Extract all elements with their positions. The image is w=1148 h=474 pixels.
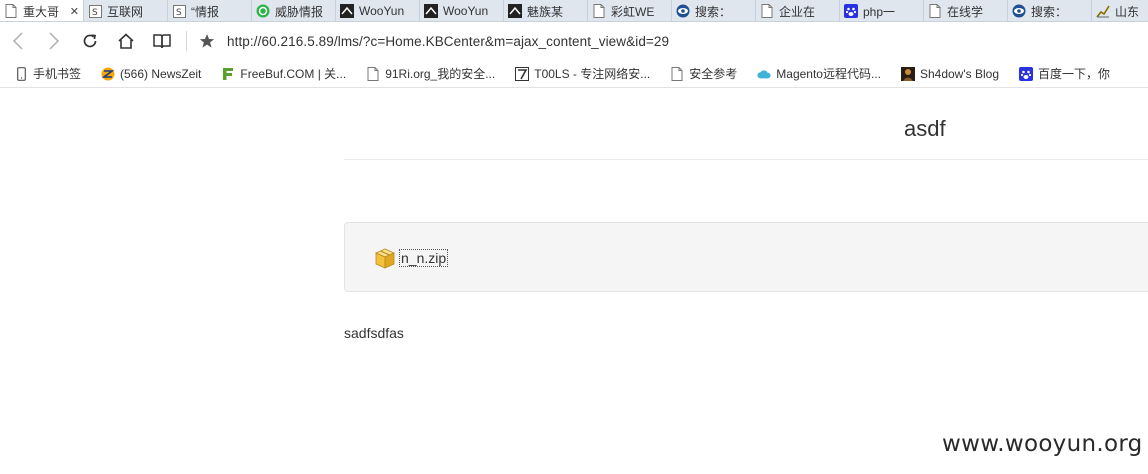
reload-icon bbox=[83, 34, 97, 48]
tab-4[interactable]: WooYun bbox=[336, 0, 420, 21]
wooyun-favicon bbox=[340, 4, 354, 18]
tab-label: 魅族某 bbox=[527, 4, 564, 19]
tab-1[interactable]: S 互联网 bbox=[84, 0, 168, 21]
bookmarks-bar: 手机书签 (566) NewsZeit FreeBuf.COM | 关... 9… bbox=[0, 60, 1148, 88]
home-icon bbox=[118, 33, 134, 49]
content-body: sadfsdfas bbox=[344, 325, 404, 341]
bookmark-label: 手机书签 bbox=[33, 67, 82, 81]
chart-favicon bbox=[1096, 4, 1110, 18]
toolbar-divider bbox=[186, 31, 187, 51]
page-icon bbox=[928, 4, 942, 18]
bookmark-6[interactable]: Magento远程代码... bbox=[757, 65, 881, 82]
bookmark-2[interactable]: FreeBuf.COM | 关... bbox=[221, 65, 346, 82]
phone-icon bbox=[14, 66, 28, 81]
svg-text:S: S bbox=[176, 8, 182, 18]
tab-label: WooYun bbox=[359, 4, 405, 18]
tab-10[interactable]: php一 bbox=[840, 0, 924, 21]
bookmark-label: T00LS - 专注网络安... bbox=[534, 67, 651, 81]
page-content: asdf n_n.zip sadfsdfas www.wooyun.org bbox=[0, 89, 1148, 474]
bookmark-label: (566) NewsZeit bbox=[120, 66, 202, 81]
s-favicon: S bbox=[88, 4, 102, 18]
bookmark-7[interactable]: Sh4dow's Blog bbox=[900, 66, 999, 81]
address-bar[interactable]: http://60.216.5.89/lms/?c=Home.KBCenter&… bbox=[227, 34, 669, 49]
close-icon[interactable]: ✕ bbox=[70, 5, 79, 18]
cloud-icon bbox=[757, 67, 771, 81]
bookmark-label: Magento远程代码... bbox=[776, 67, 881, 81]
eye-favicon bbox=[1012, 4, 1026, 18]
bookmark-star-button[interactable] bbox=[195, 33, 219, 49]
tab-label: “情报 bbox=[191, 4, 219, 19]
book-icon bbox=[153, 34, 171, 49]
attachment-filename[interactable]: n_n.zip bbox=[399, 249, 449, 267]
tab-label: 搜索： bbox=[695, 4, 732, 19]
bookmark-1[interactable]: (566) NewsZeit bbox=[101, 67, 201, 81]
tab-label: 彩虹WE bbox=[611, 4, 655, 19]
bookmark-label: FreeBuf.COM | 关... bbox=[240, 67, 347, 81]
newszeit-icon bbox=[101, 67, 115, 81]
tab-label: 互联网 bbox=[107, 4, 144, 19]
chevron-right-icon bbox=[49, 32, 60, 50]
tab-6[interactable]: 魅族某 bbox=[504, 0, 588, 21]
bookmark-0[interactable]: 手机书签 bbox=[14, 65, 81, 82]
baidu-paw-icon bbox=[1019, 66, 1033, 81]
attachment-panel: n_n.zip bbox=[344, 222, 1148, 292]
tab-8[interactable]: 搜索： bbox=[672, 0, 756, 21]
bookmark-label: Sh4dow's Blog bbox=[919, 66, 999, 81]
bookmark-label: 安全参考 bbox=[689, 67, 738, 81]
browser-toolbar: http://60.216.5.89/lms/?c=Home.KBCenter&… bbox=[0, 22, 1148, 60]
tab-9[interactable]: 企业在 bbox=[756, 0, 840, 21]
bookmark-5[interactable]: 安全参考 bbox=[670, 65, 737, 82]
freebuf-icon bbox=[221, 67, 235, 81]
tab-2[interactable]: S “情报 bbox=[168, 0, 252, 21]
tab-7[interactable]: 彩虹WE bbox=[588, 0, 672, 21]
page-icon bbox=[4, 4, 18, 18]
bookmark-3[interactable]: 91Ri.org_我的安全... bbox=[366, 65, 495, 82]
tab-label: 在线学 bbox=[947, 4, 984, 19]
page-icon bbox=[670, 66, 684, 81]
star-icon bbox=[199, 34, 215, 48]
tab-label: 搜索： bbox=[1031, 4, 1068, 19]
bookmark-8[interactable]: 百度一下，你 bbox=[1019, 65, 1110, 82]
avatar-icon bbox=[900, 66, 915, 81]
forward-button[interactable] bbox=[36, 22, 72, 60]
reload-button[interactable] bbox=[72, 22, 108, 60]
bookmark-label: 91Ri.org_我的安全... bbox=[385, 67, 496, 81]
home-button[interactable] bbox=[108, 22, 144, 60]
watermark: www.wooyun.org bbox=[942, 431, 1143, 457]
tools-icon bbox=[515, 66, 530, 81]
tab-5[interactable]: WooYun bbox=[420, 0, 504, 21]
bookmark-4[interactable]: T00LS - 专注网络安... bbox=[515, 65, 650, 82]
svg-text:S: S bbox=[92, 8, 98, 18]
back-button[interactable] bbox=[0, 22, 36, 60]
page-icon bbox=[760, 4, 774, 18]
zip-archive-icon bbox=[373, 246, 397, 270]
tab-label: 威胁情报 bbox=[275, 4, 324, 19]
baidu-paw-icon bbox=[844, 4, 858, 18]
tab-label: php一 bbox=[863, 4, 896, 19]
page-icon bbox=[366, 66, 380, 81]
tab-label: 重大哥 bbox=[23, 4, 60, 19]
tab-11[interactable]: 在线学 bbox=[924, 0, 1008, 21]
tab-label: 山东 bbox=[1115, 4, 1140, 19]
reading-list-button[interactable] bbox=[144, 22, 180, 60]
s-favicon: S bbox=[172, 4, 186, 18]
wooyun-favicon bbox=[424, 4, 438, 18]
tab-label: WooYun bbox=[443, 4, 489, 18]
eye-favicon bbox=[676, 4, 690, 18]
green-favicon bbox=[256, 4, 270, 18]
tab-3[interactable]: 威胁情报 bbox=[252, 0, 336, 21]
tab-0[interactable]: 重大哥 ✕ bbox=[0, 0, 84, 21]
tab-13[interactable]: 山东 bbox=[1092, 0, 1148, 21]
tab-label: 企业在 bbox=[779, 4, 816, 19]
chevron-left-icon bbox=[12, 32, 23, 50]
tab-strip: 重大哥 ✕ S 互联网 S “情报 威胁情报 WooYun WooYun 魅族某… bbox=[0, 0, 1148, 22]
page-icon bbox=[592, 4, 606, 18]
attachment-link[interactable]: n_n.zip bbox=[373, 246, 449, 270]
page-title: asdf bbox=[904, 116, 946, 141]
wooyun-favicon bbox=[508, 4, 522, 18]
tab-12[interactable]: 搜索： bbox=[1008, 0, 1092, 21]
bookmark-label: 百度一下，你 bbox=[1038, 67, 1111, 81]
title-divider bbox=[344, 159, 1148, 160]
